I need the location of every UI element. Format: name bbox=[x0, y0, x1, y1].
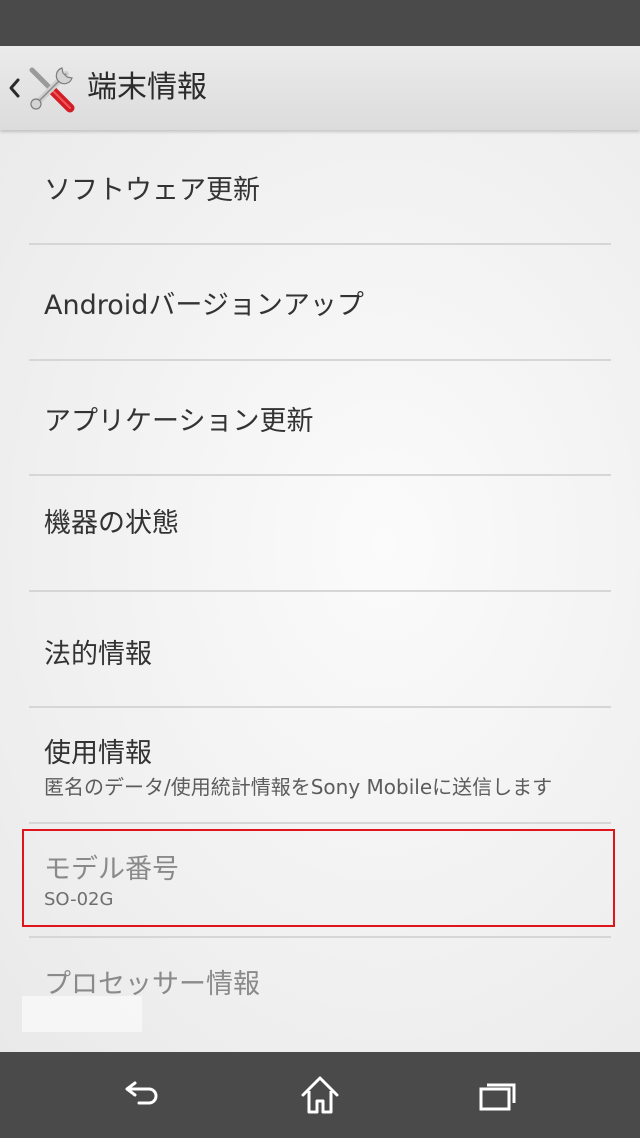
settings-list: ソフトウェア更新 Androidバージョンアップ アプリケーション更新 機器の状… bbox=[0, 130, 640, 1052]
list-item-subtitle: 匿名のデータ/使用統計情報をSony Mobileに送信します bbox=[44, 775, 553, 799]
list-item-device-status[interactable]: 機器の状態 bbox=[0, 476, 640, 590]
list-item-title: 機器の状態 bbox=[44, 508, 179, 539]
divider bbox=[29, 822, 611, 824]
list-item-legal-info[interactable]: 法的情報 bbox=[0, 592, 640, 706]
list-item-title: 法的情報 bbox=[44, 639, 152, 670]
list-item-title: 使用情報 bbox=[44, 738, 152, 769]
recent-apps-button[interactable] bbox=[437, 1052, 557, 1138]
list-item-title: Androidバージョンアップ bbox=[44, 290, 364, 321]
home-icon bbox=[301, 1076, 339, 1114]
highlight-frame bbox=[22, 829, 615, 927]
up-navigation-button[interactable] bbox=[0, 46, 82, 130]
list-item-android-version-up[interactable]: Androidバージョンアップ bbox=[0, 245, 640, 359]
back-button[interactable] bbox=[83, 1052, 203, 1138]
navigation-bar bbox=[0, 1052, 640, 1138]
list-item-app-update[interactable]: アプリケーション更新 bbox=[0, 361, 640, 475]
action-bar: 端末情報 bbox=[0, 46, 640, 130]
tools-icon bbox=[29, 67, 75, 113]
back-icon bbox=[125, 1081, 158, 1105]
list-item-processor-info: プロセッサー情報 bbox=[0, 938, 640, 1052]
page-title: 端末情報 bbox=[87, 70, 207, 105]
scroll-fade bbox=[22, 996, 142, 1032]
home-button[interactable] bbox=[260, 1052, 380, 1138]
list-item-software-update[interactable]: ソフトウェア更新 bbox=[0, 130, 640, 244]
recent-apps-icon bbox=[479, 1083, 516, 1111]
list-item-title: アプリケーション更新 bbox=[44, 406, 314, 437]
chevron-left-icon bbox=[9, 78, 20, 98]
list-item-title: ソフトウェア更新 bbox=[44, 175, 260, 206]
status-bar bbox=[0, 0, 640, 46]
list-item-usage-info[interactable]: 使用情報 匿名のデータ/使用統計情報をSony Mobileに送信します bbox=[0, 708, 640, 822]
